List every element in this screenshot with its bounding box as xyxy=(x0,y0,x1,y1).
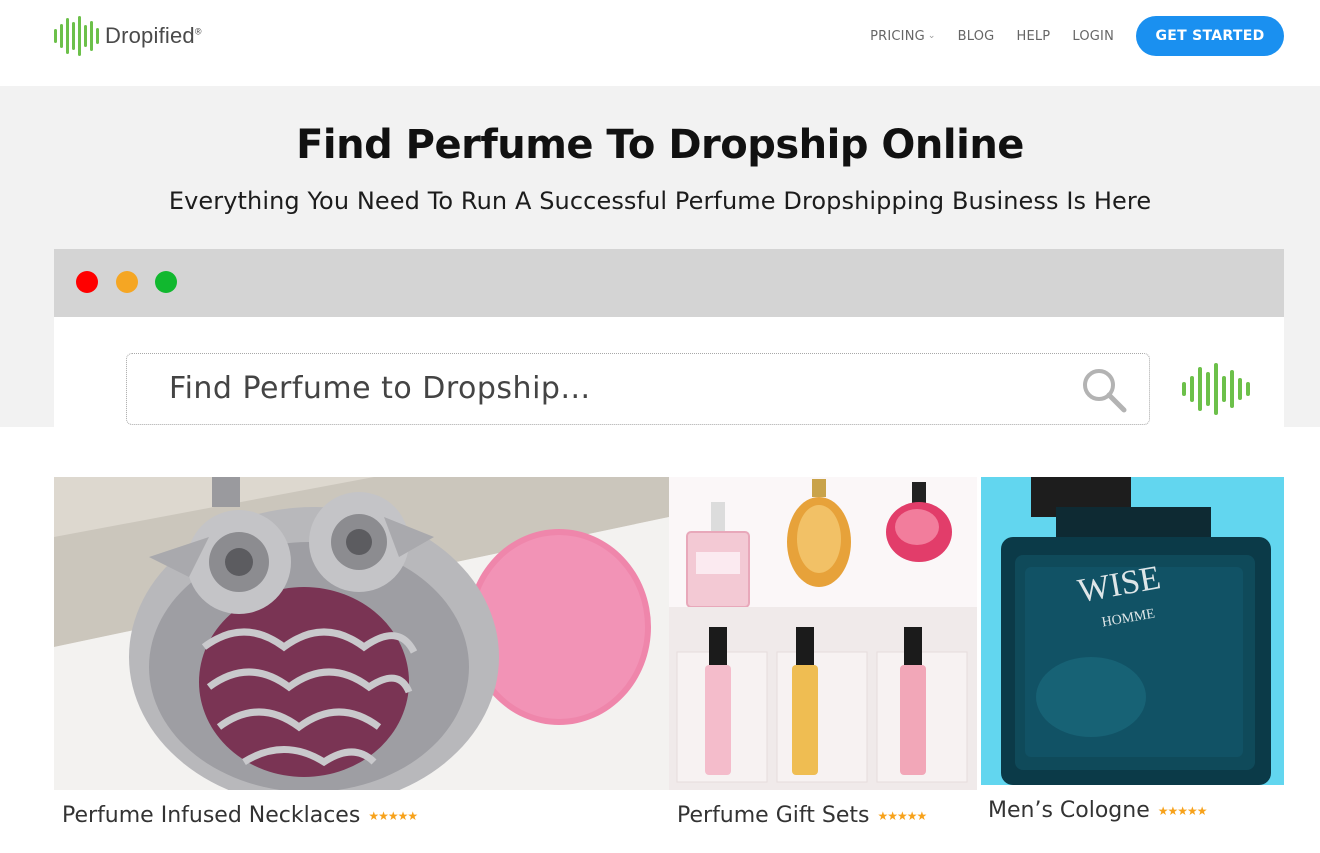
product-categories: Perfume Infused Necklaces ★★★★★ Perfume … xyxy=(54,477,1284,837)
gift-sets-title: Perfume Gift Sets xyxy=(677,803,870,828)
page-title: Find Perfume To Dropship Online xyxy=(296,122,1024,168)
search-placeholder: Find Perfume to Dropship... xyxy=(169,371,591,406)
cologne-illustration: WISE HOMME xyxy=(981,477,1284,785)
nav-help[interactable]: HELP xyxy=(1016,29,1050,44)
cologne-image[interactable]: WISE HOMME xyxy=(981,477,1284,785)
rating-stars-icon: ★★★★★ xyxy=(877,808,927,823)
search-icon[interactable] xyxy=(1079,366,1129,414)
product-card-necklaces[interactable]: Perfume Infused Necklaces ★★★★★ xyxy=(54,477,669,828)
gift-sets-image[interactable] xyxy=(669,477,977,790)
nav-login[interactable]: LOGIN xyxy=(1072,29,1114,44)
nav-blog[interactable]: BLOG xyxy=(958,29,995,44)
necklace-illustration xyxy=(54,477,669,790)
window-maximize-dot xyxy=(155,271,177,293)
window-close-dot xyxy=(76,271,98,293)
page-subtitle: Everything You Need To Run A Successful … xyxy=(168,187,1152,215)
nav-pricing-label: PRICING xyxy=(870,28,925,44)
browser-body: Find Perfume to Dropship... xyxy=(54,317,1284,427)
mens-cologne-title: Men’s Cologne xyxy=(988,798,1150,823)
product-label-mens-cologne[interactable]: Men’s Cologne ★★★★★ xyxy=(988,798,1208,823)
site-header: Dropified® PRICING ⌄ BLOG HELP LOGIN GET… xyxy=(0,0,1320,86)
nav-login-label: LOGIN xyxy=(1072,28,1114,44)
dropified-wave-icon xyxy=(1182,359,1250,419)
rating-stars-icon: ★★★★★ xyxy=(1157,803,1208,818)
necklaces-title: Perfume Infused Necklaces xyxy=(62,803,361,828)
product-label-gift-sets[interactable]: Perfume Gift Sets ★★★★★ xyxy=(677,803,927,828)
gift-set-illustration xyxy=(669,477,977,790)
get-started-button[interactable]: GET STARTED xyxy=(1136,16,1284,56)
product-label-necklaces[interactable]: Perfume Infused Necklaces ★★★★★ xyxy=(62,803,418,828)
nav-pricing[interactable]: PRICING ⌄ xyxy=(870,29,936,44)
necklace-image[interactable] xyxy=(54,477,669,790)
brand-name: Dropified® xyxy=(105,23,202,48)
search-input[interactable]: Find Perfume to Dropship... xyxy=(126,353,1150,425)
browser-titlebar xyxy=(54,249,1284,317)
brand-logo[interactable]: Dropified® xyxy=(54,16,202,56)
nav-blog-label: BLOG xyxy=(957,28,995,44)
window-minimize-dot xyxy=(116,271,138,293)
chevron-down-icon: ⌄ xyxy=(927,31,936,41)
logo-wave-icon xyxy=(54,16,99,56)
main-nav: PRICING ⌄ BLOG HELP LOGIN GET STARTED xyxy=(870,16,1284,56)
rating-stars-icon: ★★★★★ xyxy=(368,808,418,823)
product-card-mens-cologne[interactable]: WISE HOMME Men’s Cologne ★★★★★ xyxy=(981,477,1284,823)
nav-help-label: HELP xyxy=(1016,28,1051,44)
browser-mockup: Find Perfume to Dropship... xyxy=(54,249,1284,427)
product-card-gift-sets[interactable]: Perfume Gift Sets ★★★★★ xyxy=(669,477,977,828)
